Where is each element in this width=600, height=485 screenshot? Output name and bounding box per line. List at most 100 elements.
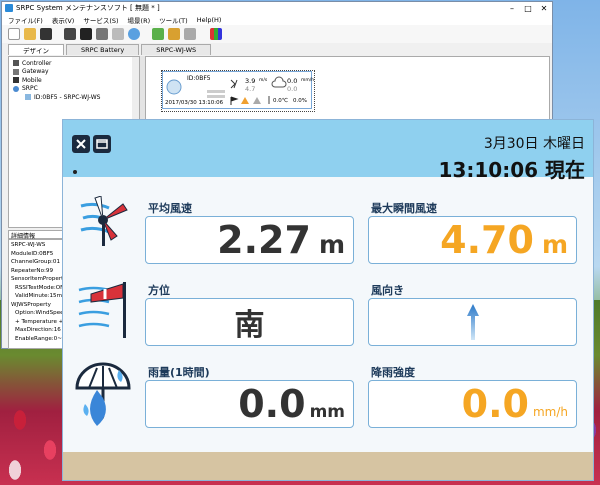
minimize-icon[interactable]: – [504,3,520,14]
close-icon[interactable]: ✕ [536,3,552,14]
menu-bar: ファイル(F) 表示(V) サービス(S) 場景(R) ツール(T) Help(… [2,14,552,25]
wind-turbine-icon [80,196,128,246]
detail-line: RepeaterNo:99 [11,267,54,274]
direction-box: 南 [145,298,354,346]
open-folder-icon[interactable] [24,28,36,40]
umbrella-rain-icon [75,362,131,426]
download-icon[interactable] [168,28,180,40]
avg-wind-unit: m [318,230,345,259]
max-wind-value: 4.70 [440,218,534,262]
rain-label: 雨量(1時間) [148,366,210,379]
tree-item-gateway[interactable]: Gateway [13,68,135,77]
card-wind-speed: 3.9 [245,77,256,85]
detail-line: Option:WindSpeed [15,310,65,316]
menu-help[interactable]: Help(H) [197,16,222,24]
detail-line: ModuleID:0BF5 [11,250,54,257]
max-wind-label: 最大瞬間風速 [371,202,437,215]
tab-design[interactable]: デザイン [8,44,64,55]
stop-icon[interactable] [184,28,196,40]
menu-view[interactable]: 表示(V) [52,15,75,25]
detail-line: ChannelGroup:01 [11,259,60,265]
sensor-dish-icon [166,79,182,95]
upload-icon[interactable] [152,28,164,40]
wind-turbine-icon [230,79,238,89]
rain-unit: mm [309,402,345,422]
delete-icon[interactable] [112,28,124,40]
detail-line: SRPC-WJ-WS [11,242,46,248]
menu-tools[interactable]: ツール(T) [159,15,188,25]
datetime: 3月30日 木曜日 13:10:06 現在 [439,133,585,183]
rain-cloud-icon [271,76,287,88]
direction-label: 方位 [148,284,170,297]
copy-icon[interactable] [96,28,108,40]
card-percent: 0.0% [293,98,307,104]
rain-intensity-label: 降雨強度 [371,366,415,379]
battery-icon[interactable] [80,28,92,40]
menu-file[interactable]: ファイル(F) [8,15,43,25]
close-icon [76,139,86,149]
tab-srpc-battery[interactable]: SRPC Battery [66,44,140,55]
tree-item-mobile[interactable]: Mobile [13,76,135,85]
window-title: SRPC System メンテナンスソフト [ 無題 * ] [16,4,160,12]
detail-panel: SRPC-WJ-WS ModuleID:0BF5 ChannelGroup:01… [8,239,65,349]
direction-value: 南 [234,308,265,343]
tree-item-controller[interactable]: Controller [13,59,135,68]
maximize-icon[interactable]: □ [520,3,536,14]
tree-item-srpc[interactable]: SRPC [13,85,135,94]
save-icon[interactable] [40,28,52,40]
current-time: 13:10:06 現在 [438,158,585,182]
detail-line: RSSITestMode:ON [15,284,65,291]
max-wind-box: 4.70 m [368,216,577,264]
sensor-icon [25,94,31,101]
detail-line: MaxDirection:16 [15,327,61,333]
status-dot [73,170,77,174]
detail-line: WJWSProperty [11,301,51,308]
tree-item-device[interactable]: ID:0BF5 - SRPC-WJ-WS [13,93,135,102]
menu-scene[interactable]: 場景(R) [128,15,151,25]
card-wind-unit: m/s [259,78,268,83]
avg-wind-box: 2.27 m [145,216,354,264]
card-rain: 0.0 [287,77,298,85]
chart-icon[interactable] [210,28,222,40]
window-mode-button[interactable] [93,135,111,153]
card-rain2: 0.0 [287,85,298,93]
avg-wind-label: 平均風速 [148,202,192,215]
max-wind-unit: m [541,230,568,259]
rain-value: 0.0 [238,382,306,426]
wireless-icon[interactable] [128,28,140,40]
menu-service[interactable]: サービス(S) [83,15,118,25]
device-icon[interactable] [64,28,76,40]
window-icon [96,139,108,149]
card-temp: 0.0℃ [273,98,288,104]
rain-intensity-value: 0.0 [461,382,529,426]
device-card[interactable]: ID:0BF5 3.9 m/s 4.7 0.0 mm/h 0.0 0.0℃ 0.… [161,70,315,112]
gateway-icon [13,68,19,75]
title-bar: SRPC System メンテナンスソフト [ 無題 * ] – □ ✕ [2,2,552,14]
avg-wind-value: 2.27 [217,218,311,262]
card-wind-max: 4.7 [245,85,256,93]
rain-intensity-unit: mm/h [532,405,568,419]
weather-panel: 3月30日 木曜日 13:10:06 現在 平均風速 2.27 m 最大瞬間風速… [62,119,594,481]
card-timestamp: 2017/03/30 13:10:06 [165,100,224,106]
flag-icon [230,96,239,105]
tab-srpc-wj-ws[interactable]: SRPC-WJ-WS [141,44,212,55]
new-file-icon[interactable] [8,28,20,40]
panel-header: 3月30日 木曜日 13:10:06 現在 [63,120,593,182]
rain-box: 0.0 mm [145,380,354,428]
windsock-icon [78,282,126,338]
warning-icon [241,97,249,104]
detail-line: EnableRange:0~10 [15,335,65,342]
detail-line: + Temperature + Hu [15,318,64,325]
rain-intensity-box: 0.0 mm/h [368,380,577,428]
detail-header[interactable]: 詳細情報 [8,230,64,240]
current-date: 3月30日 木曜日 [483,136,585,152]
close-panel-button[interactable] [72,135,90,153]
toolbar [2,25,552,43]
mobile-icon [13,77,19,84]
controller-icon [13,60,19,67]
card-rain-unit: mm/h [301,78,315,83]
device-id: ID:0BF5 [187,75,211,82]
warning-gray-icon [253,97,261,104]
detail-line: SensorItemProperty [11,276,65,282]
wind-arrow-icon [466,304,479,340]
